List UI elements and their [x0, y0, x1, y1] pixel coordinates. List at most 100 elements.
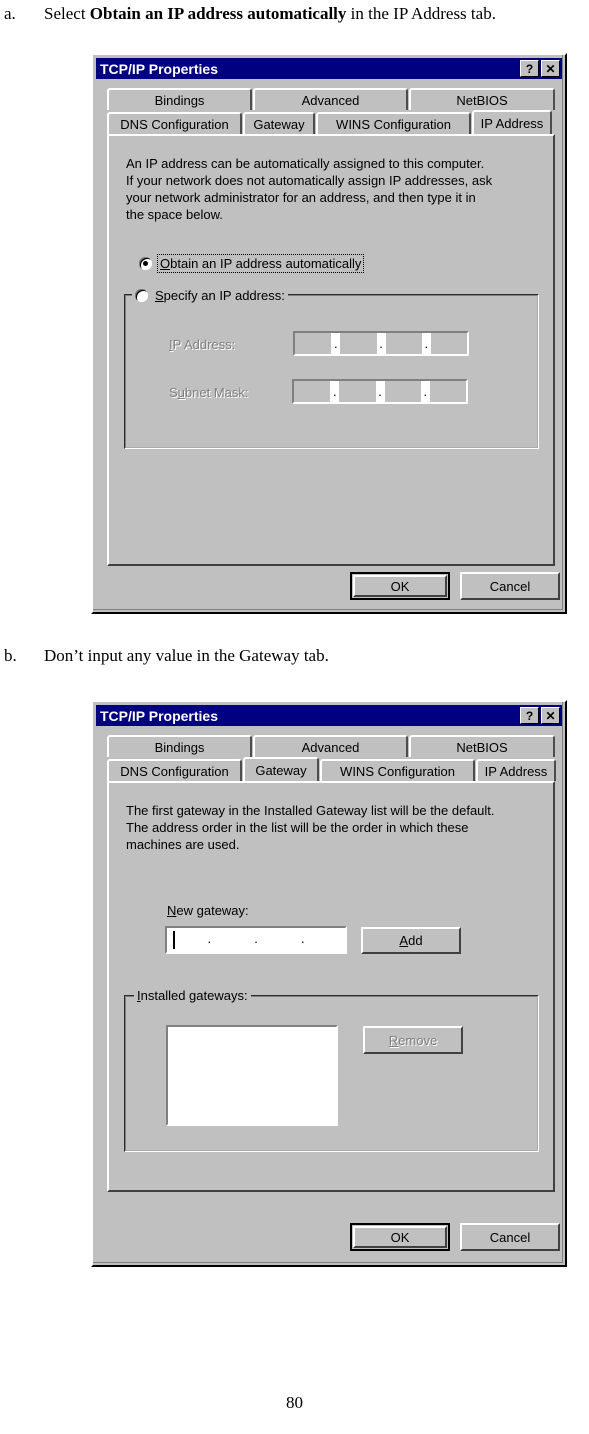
remove-button[interactable]: Remove — [363, 1026, 463, 1054]
titlebar-button-group: ? ✕ — [520, 707, 562, 724]
subnet-mask-octet-3[interactable] — [384, 381, 421, 402]
installed-gateways-listbox[interactable] — [166, 1025, 338, 1126]
accel-char: R — [388, 1032, 399, 1048]
tab-page-gateway: The first gateway in the Installed Gatew… — [107, 781, 555, 1192]
label-rest: nstalled gateways: — [140, 988, 248, 1003]
tab-ip-address[interactable]: IP Address — [472, 110, 552, 134]
ip-separator-dot: . — [204, 928, 214, 952]
step-a-text-before: Select — [44, 4, 90, 23]
tab-advanced[interactable]: Advanced — [253, 88, 408, 110]
label-rest: emove — [398, 1032, 438, 1048]
label-rest: dd — [408, 933, 423, 948]
subnet-mask-octet-1[interactable] — [294, 381, 331, 402]
group-specify-ip-address: Specify an IP address: IP Address: . . .… — [124, 287, 539, 449]
tab-dns-configuration[interactable]: DNS Configuration — [107, 112, 242, 134]
tab-advanced[interactable]: Advanced — [253, 735, 408, 757]
window-title: TCP/IP Properties — [100, 60, 219, 77]
gateway-description: The first gateway in the Installed Gatew… — [126, 803, 495, 852]
label-first: S — [169, 385, 178, 400]
ip-separator-dot: . — [375, 381, 385, 402]
ip-address-octet-4[interactable] — [430, 333, 467, 354]
new-gateway-octet-1[interactable] — [167, 928, 205, 952]
accel-char: A — [399, 933, 409, 948]
tcpip-properties-dialog-ip-address[interactable]: TCP/IP Properties ? ✕ Bindings Advanced … — [91, 53, 567, 614]
radio-obtain-ip-automatically-label: Obtain an IP address automatically — [156, 254, 365, 273]
group-installed-gateways-legend: Installed gateways: — [134, 988, 251, 1003]
step-a-marker: a. — [4, 4, 16, 23]
new-gateway-input[interactable]: . . . — [165, 926, 347, 954]
tab-ip-address[interactable]: IP Address — [476, 759, 556, 781]
radio-specify-ip-address-label: Specify an IP address: — [155, 288, 285, 303]
accel-char: N — [167, 903, 177, 918]
ip-separator-dot: . — [420, 381, 430, 402]
step-a-bold-text: Obtain an IP address automatically — [89, 4, 347, 23]
tab-row-upper: Bindings Advanced NetBIOS — [107, 735, 556, 757]
ip-separator-dot: . — [251, 928, 261, 952]
ip-separator-dot: . — [331, 333, 341, 354]
instruction-step-b: b. Don’t input any value in the Gateway t… — [4, 646, 329, 666]
titlebar[interactable]: TCP/IP Properties ? ✕ — [96, 58, 562, 79]
ok-button[interactable]: OK — [350, 572, 450, 600]
tab-row-lower: DNS Configuration Gateway WINS Configura… — [107, 110, 553, 134]
close-icon[interactable]: ✕ — [541, 60, 560, 77]
accel-char: u — [177, 385, 185, 400]
ip-address-octet-1[interactable] — [295, 333, 332, 354]
radio-obtain-ip-automatically-indicator[interactable] — [139, 257, 152, 270]
help-icon[interactable]: ? — [520, 60, 539, 77]
tab-wins-configuration[interactable]: WINS Configuration — [316, 112, 471, 134]
add-button[interactable]: Add — [361, 927, 461, 954]
label-rest: bnet Mask: — [184, 385, 249, 400]
ok-button-label: OK — [353, 1226, 447, 1248]
subnet-mask-octet-4[interactable] — [429, 381, 466, 402]
tab-row-upper: Bindings Advanced NetBIOS — [107, 88, 556, 110]
tab-gateway[interactable]: Gateway — [243, 112, 315, 134]
subnet-mask-octet-2[interactable] — [339, 381, 376, 402]
instruction-step-a: a. Select Obtain an IP address automatica… — [4, 4, 496, 24]
titlebar-button-group: ? ✕ — [520, 60, 562, 77]
tab-dns-configuration[interactable]: DNS Configuration — [107, 759, 242, 781]
new-gateway-label: New gateway: — [167, 903, 249, 918]
ip-address-octet-2[interactable] — [340, 333, 377, 354]
tab-bindings[interactable]: Bindings — [107, 88, 252, 110]
ok-button-label: OK — [353, 575, 447, 597]
subnet-mask-input[interactable]: . . . — [292, 379, 468, 404]
radio-specify-ip-address-indicator[interactable] — [135, 288, 148, 302]
new-gateway-octet-3[interactable] — [261, 928, 299, 952]
step-a-text-after: in the IP Address tab. — [346, 4, 496, 23]
ip-address-input[interactable]: . . . — [293, 331, 469, 356]
titlebar[interactable]: TCP/IP Properties ? ✕ — [96, 705, 562, 726]
page-number: 80 — [286, 1393, 303, 1412]
window-title: TCP/IP Properties — [100, 707, 219, 724]
add-button-label: Add — [399, 933, 422, 948]
tab-netbios[interactable]: NetBIOS — [409, 735, 555, 757]
tab-gateway[interactable]: Gateway — [243, 757, 319, 781]
radio-obtain-ip-automatically[interactable]: Obtain an IP address automatically — [139, 254, 365, 273]
group-specify-ip-address-legend[interactable]: Specify an IP address: — [132, 287, 288, 303]
tcpip-properties-dialog-gateway[interactable]: TCP/IP Properties ? ✕ Bindings Advanced … — [91, 700, 567, 1267]
accel-char: O — [160, 256, 171, 271]
ip-address-label: IP Address: — [169, 337, 235, 352]
remove-button-label: Remove — [389, 1033, 437, 1048]
ip-address-octet-3[interactable] — [385, 333, 422, 354]
tab-bindings[interactable]: Bindings — [107, 735, 252, 757]
label-rest: btain an IP address automatically — [170, 256, 362, 271]
label-rest: P Address: — [172, 337, 236, 352]
ok-button[interactable]: OK — [350, 1223, 450, 1251]
accel-char: S — [155, 287, 164, 303]
ip-address-description: An IP address can be automatically assig… — [126, 156, 493, 222]
ip-separator-dot: . — [298, 928, 308, 952]
ip-separator-dot: . — [421, 333, 431, 354]
cancel-button[interactable]: Cancel — [460, 1223, 560, 1251]
tab-netbios[interactable]: NetBIOS — [409, 88, 555, 110]
tab-wins-configuration[interactable]: WINS Configuration — [320, 759, 475, 781]
ip-separator-dot: . — [376, 333, 386, 354]
help-icon[interactable]: ? — [520, 707, 539, 724]
new-gateway-octet-4[interactable] — [307, 928, 345, 952]
tab-page-ip-address: An IP address can be automatically assig… — [107, 134, 555, 566]
step-b-marker: b. — [4, 646, 17, 665]
subnet-mask-label: Subnet Mask: — [169, 385, 249, 400]
label-rest: ew gateway: — [176, 903, 249, 918]
new-gateway-octet-2[interactable] — [214, 928, 252, 952]
close-icon[interactable]: ✕ — [541, 707, 560, 724]
cancel-button[interactable]: Cancel — [460, 572, 560, 600]
